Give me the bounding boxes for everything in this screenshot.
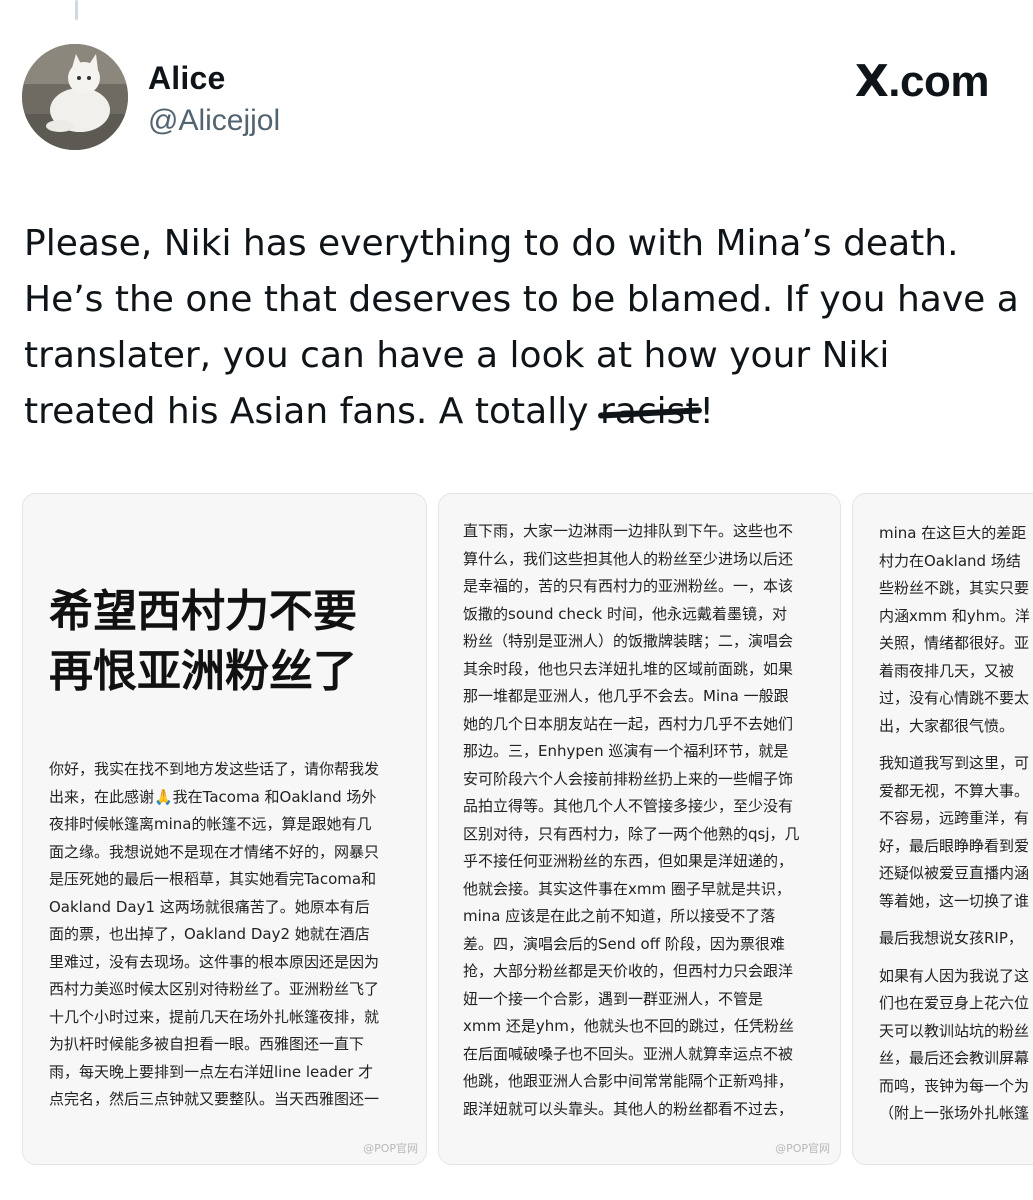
text-line: 如果有人因为我说了这 — [879, 966, 1030, 985]
text-line: 里难过，没有去现场。这件事的根本原因还是因为 — [49, 952, 380, 971]
x-com-logo: X.com — [854, 56, 990, 107]
text-line: 西村力美巡时候太区别对待粉丝了。亚洲粉丝飞了 — [49, 980, 380, 998]
text-line: 天可以教训站坑的粉丝 — [879, 1021, 1030, 1040]
author-handle[interactable]: @Alicejjol — [148, 104, 280, 138]
text-line: 丝，最后还会教训屏幕 — [879, 1049, 1030, 1067]
text-line: 我知道我写到这里，可 — [879, 754, 1030, 772]
text-line: 差。四，演唱会后的Send off 阶段，因为票很难 — [463, 934, 785, 953]
tweet-line: Please, Niki has everything to do with M… — [24, 223, 959, 264]
text-line: 十几个小时过来，提前几天在场外扎帐篷夜排，就 — [49, 1007, 380, 1026]
text-line: 他跳，他跟亚洲人合影中间常常能隔个正新鸡排， — [463, 1072, 794, 1090]
text-line: 抢，大部分粉丝都是天价收的，但西村力只会跟洋 — [463, 962, 794, 980]
text-line: xmm 还是yhm，他就头也不回的跳过，任凭粉丝 — [463, 1017, 794, 1035]
text-line: 面之缘。我想说她不是现在才情绪不好的，网暴只 — [49, 842, 380, 861]
text-line: 安可阶段六个人会接前排粉丝扔上来的一些帽子饰 — [463, 769, 794, 788]
image-watermark: @POP官网 — [775, 1142, 830, 1155]
text-line: 村力在Oakland 场结 — [879, 551, 1021, 570]
struck-word: racist — [600, 384, 700, 440]
avatar[interactable] — [22, 44, 128, 150]
brand-suffix: .com — [888, 57, 989, 106]
text-line: 们也在爱豆身上花六位 — [879, 994, 1030, 1012]
tweet-line: translater, you can have a look at how y… — [24, 335, 890, 376]
text-line: 爱都无视，不算大事。 — [879, 781, 1030, 800]
tweet-text: Please, Niki has everything to do with M… — [24, 216, 1024, 440]
x-logo-icon: X — [854, 56, 889, 107]
text-line: 雨，每天晚上要排到一点左右洋妞line leader 才 — [49, 1062, 374, 1081]
text-line: 夜排时候帐篷离mina的帐篷不远，算是跟她有几 — [49, 815, 372, 833]
text-line: 为扒杆时候能多被自担看一眼。西雅图还一直下 — [49, 1035, 365, 1053]
text-line: 区别对待，只有西村力，除了一两个他熟的qsj，几 — [463, 824, 800, 843]
text-line: 那一堆都是亚洲人，他几乎不会去。Mina 一般跟 — [463, 687, 789, 705]
text-line: 乎不接任何亚洲粉丝的东西，但如果是洋妞递的， — [463, 852, 794, 870]
headline-line: 希望西村力不要 — [49, 586, 357, 637]
text-line: 而鸣，丧钟为每一个为 — [879, 1076, 1030, 1095]
image-watermark: @POP官网 — [363, 1142, 418, 1155]
text-line: 其余时段，他也只去洋妞扎堆的区域前面跳，如果 — [463, 659, 794, 678]
image-headline: 希望西村力不要 再恨亚洲粉丝了 — [49, 582, 357, 702]
text-line: 好，最后眼睁睁看到爱 — [879, 836, 1030, 855]
text-line: 他就会接。其实这件事在xmm 圈子早就是共识， — [463, 879, 791, 898]
text-line: 出，大家都很气愤。 — [879, 716, 1015, 735]
text-line: 最后我想说女孩RIP， — [879, 929, 1023, 947]
text-line: 内涵xmm 和yhm。洋 — [879, 606, 1030, 625]
text-line: 你好，我实在找不到地方发这些话了，请你帮我发 — [49, 760, 380, 778]
image-body-text: 你好，我实在找不到地方发这些话了，请你帮我发 出来，在此感谢🙏我在Tacoma … — [49, 756, 379, 1114]
text-line: mina 应该是在此之前不知道，所以接受不了落 — [463, 907, 776, 925]
text-line: 是幸福的，苦的只有西村力的亚洲粉丝。一，本该 — [463, 577, 794, 595]
headline-line: 再恨亚洲粉丝了 — [49, 646, 357, 697]
text-line: Oakland Day1 这两场就很痛苦了。她原本有后 — [49, 897, 370, 916]
text-line: 是压死她的最后一根稻草，其实她看完Tacoma和 — [49, 870, 377, 888]
image-body-text: mina 在这巨大的差距 村力在Oakland 场结 些粉丝不跳，其实只要 内涵… — [879, 520, 1030, 1128]
text-line: 等着她，这一切换了谁 — [879, 891, 1030, 910]
text-line: 在后面喊破嗓子也不回头。亚洲人就算幸运点不被 — [463, 1044, 794, 1063]
thread-connector-line — [75, 0, 78, 20]
text-line: 不容易，远跨重洋，有 — [879, 809, 1030, 827]
text-line: 她的几个日本朋友站在一起，西村力几乎不去她们 — [463, 714, 794, 733]
text-line: 饭撒的sound check 时间，他永远戴着墨镜，对 — [463, 604, 787, 623]
image-body-text: 直下雨，大家一边淋雨一边排队到下午。这些也不 算什么，我们这些担其他人的粉丝至少… — [463, 518, 800, 1123]
media-image-2[interactable]: 直下雨，大家一边淋雨一边排队到下午。这些也不 算什么，我们这些担其他人的粉丝至少… — [438, 493, 841, 1165]
author-display-name[interactable]: Alice — [148, 60, 225, 97]
cat-avatar-icon — [22, 44, 128, 150]
text-line: 直下雨，大家一边淋雨一边排队到下午。这些也不 — [463, 522, 794, 540]
text-line: 面的票，也出掉了，Oakland Day2 她就在酒店 — [49, 925, 370, 943]
text-line: 关照，情绪都很好。亚 — [879, 634, 1030, 652]
text-line: 算什么，我们这些担其他人的粉丝至少进场以后还 — [463, 549, 794, 568]
text-line: 着雨夜排几天，又被 — [879, 661, 1015, 680]
media-image-1[interactable]: 希望西村力不要 再恨亚洲粉丝了 你好，我实在找不到地方发这些话了，请你帮我发 出… — [22, 493, 427, 1165]
text-line: 出来，在此感谢🙏我在Tacoma 和Oakland 场外 — [49, 787, 377, 806]
text-line: 跟洋妞就可以头靠头。其他人的粉丝都看不过去， — [463, 1099, 794, 1118]
text-line: 过，没有心情跳不要太 — [879, 689, 1030, 707]
text-line: mina 在这巨大的差距 — [879, 524, 1027, 542]
tweet-line-suffix: ! — [699, 391, 714, 432]
tweet-line: He’s the one that deserves to be blamed.… — [24, 279, 1019, 320]
text-line: 点完名，然后三点钟就又要整队。当天西雅图还一 — [49, 1090, 380, 1108]
tweet-line-prefix: treated his Asian fans. A totally — [24, 391, 600, 432]
text-line: 些粉丝不跳，其实只要 — [879, 579, 1030, 597]
media-image-3[interactable]: mina 在这巨大的差距 村力在Oakland 场结 些粉丝不跳，其实只要 内涵… — [852, 493, 1033, 1165]
tweet-line: treated his Asian fans. A totally racist… — [24, 384, 1024, 440]
text-line: 妞一个接一个合影，遇到一群亚洲人，不管是 — [463, 989, 764, 1008]
text-line: 还疑似被爱豆直播内涵 — [879, 864, 1030, 882]
text-line: 粉丝（特别是亚洲人）的饭撒牌装瞎；二，演唱会 — [463, 632, 794, 650]
media-gallery: 希望西村力不要 再恨亚洲粉丝了 你好，我实在找不到地方发这些话了，请你帮我发 出… — [22, 493, 1033, 1165]
text-line: （附上一张场外扎帐篷 — [879, 1104, 1030, 1122]
text-line: 那边。三，Enhypen 巡演有一个福利环节，就是 — [463, 742, 789, 760]
text-line: 品拍立得等。其他几个人不管接多接少，至少没有 — [463, 797, 794, 815]
